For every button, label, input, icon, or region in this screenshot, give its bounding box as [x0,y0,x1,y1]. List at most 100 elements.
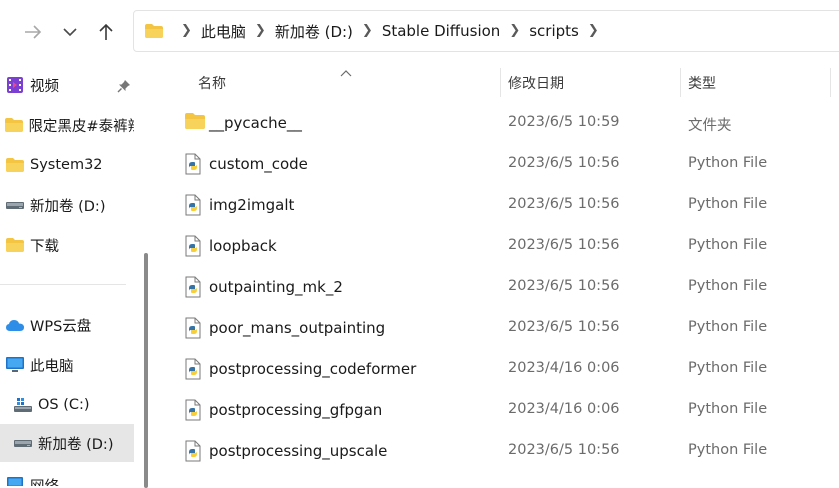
folder-icon [4,117,24,133]
sidebar-item-folder-1[interactable]: 限定黑皮#泰裤辣 [0,106,134,144]
file-modified-date: 2023/6/5 10:56 [508,155,620,171]
folder-icon [184,112,206,134]
column-header-modified[interactable]: 修改日期 [508,73,564,93]
column-divider[interactable] [830,68,831,97]
cloud-icon [4,318,26,332]
file-name[interactable]: postprocessing_gfpgan [209,401,382,419]
chevron-right-icon[interactable]: ❯ [509,23,520,38]
chevron-right-icon[interactable]: ❯ [255,23,266,38]
column-header-row: 名称 修改日期 类型 [160,64,839,98]
file-list: 名称 修改日期 类型 __pycache__ 2023/6/5 10:59 文件夹 c… [160,64,839,486]
file-modified-date: 2023/6/5 10:59 [508,114,620,130]
file-row[interactable]: loopback 2023/6/5 10:56 Python File [160,226,839,267]
navigation-bar: ❯ 此电脑 ❯ 新加卷 (D:) ❯ Stable Diffusion ❯ sc… [0,0,839,64]
column-divider[interactable] [680,68,681,97]
file-row[interactable]: custom_code 2023/6/5 10:56 Python File [160,144,839,185]
sidebar-item-drive-c[interactable]: OS (C:) [0,386,134,424]
sort-ascending-icon [340,64,352,81]
chevron-right-icon[interactable]: ❯ [181,23,192,38]
video-folder-icon [4,76,26,94]
folder-icon [4,237,26,253]
file-row[interactable]: outpainting_mk_2 2023/6/5 10:56 Python Fil… [160,267,839,308]
computer-icon [4,356,26,374]
sidebar-item-label: 限定黑皮#泰裤辣 [28,118,134,135]
python-file-icon [184,276,206,298]
sidebar-item-system32[interactable]: System32 [0,146,134,184]
column-divider[interactable] [500,68,501,97]
sidebar-item-videos[interactable]: 视频 [0,66,134,104]
file-type: 文件夹 [688,118,732,134]
sidebar-item-label: 新加卷 (D:) [38,436,114,453]
breadcrumb-scripts[interactable]: scripts [529,22,579,40]
folder-icon [144,23,164,39]
sidebar-item-label: 下载 [30,238,59,255]
sidebar-item-label: 网络 [30,475,59,487]
recent-locations-button[interactable] [55,17,85,47]
file-modified-date: 2023/6/5 10:56 [508,442,620,458]
sidebar-item-label: WPS云盘 [30,318,92,335]
sidebar-item-this-pc[interactable]: 此电脑 [0,346,134,384]
up-button[interactable] [91,17,121,47]
breadcrumb-drive-d[interactable]: 新加卷 (D:) [275,21,353,42]
drive-icon [4,199,26,211]
divider [0,284,126,285]
nav-scrollbar-thumb[interactable] [144,253,148,488]
drive-icon [12,397,34,413]
forward-button[interactable] [18,17,48,47]
sidebar-item-wps-cloud[interactable]: WPS云盘 [0,306,134,344]
file-modified-date: 2023/4/16 0:06 [508,360,620,376]
file-type: Python File [688,196,768,212]
column-header-name[interactable]: 名称 [198,73,226,93]
file-type: Python File [688,155,768,171]
python-file-icon [184,194,206,216]
file-modified-date: 2023/6/5 10:56 [508,196,620,212]
file-name[interactable]: postprocessing_codeformer [209,360,416,378]
sidebar-item-label: 视频 [30,78,59,95]
arrow-up-icon [99,23,113,40]
python-file-icon [184,153,206,175]
file-row[interactable]: __pycache__ 2023/6/5 10:59 文件夹 [160,103,839,144]
sidebar-item-network[interactable]: 网络 [0,466,134,486]
address-bar[interactable]: ❯ 此电脑 ❯ 新加卷 (D:) ❯ Stable Diffusion ❯ sc… [133,10,839,52]
file-row[interactable]: postprocessing_upscale 2023/6/5 10:56 Pyth… [160,431,839,472]
file-modified-date: 2023/6/5 10:56 [508,237,620,253]
file-row[interactable]: img2imgalt 2023/6/5 10:56 Python File [160,185,839,226]
sidebar-item-label: 新加卷 (D:) [30,198,106,215]
file-row[interactable]: postprocessing_gfpgan 2023/4/16 0:06 Pytho… [160,390,839,431]
file-row[interactable]: postprocessing_codeformer 2023/4/16 0:06 P… [160,349,839,390]
navigation-pane: 视频 限定黑皮#泰裤辣 System32 新加卷 (D:) 下载 WPS云盘 此… [0,64,145,486]
file-name[interactable]: postprocessing_upscale [209,442,387,460]
file-type: Python File [688,442,768,458]
file-name[interactable]: custom_code [209,155,308,173]
file-type: Python File [688,278,768,294]
drive-icon [12,437,34,449]
python-file-icon [184,440,206,462]
sidebar-item-drive-d[interactable]: 新加卷 (D:) [0,186,134,224]
file-name[interactable]: img2imgalt [209,196,294,214]
file-name[interactable]: outpainting_mk_2 [209,278,343,296]
sidebar-item-label: System32 [30,157,103,173]
python-file-icon [184,235,206,257]
folder-icon [4,157,26,173]
file-name[interactable]: poor_mans_outpainting [209,319,385,337]
file-type: Python File [688,401,768,417]
file-type: Python File [688,237,768,253]
chevron-right-icon[interactable]: ❯ [588,23,599,38]
file-modified-date: 2023/6/5 10:56 [508,319,620,335]
file-name[interactable]: loopback [209,237,277,255]
breadcrumb-this-pc[interactable]: 此电脑 [201,21,246,42]
python-file-icon [184,317,206,339]
file-type: Python File [688,360,768,376]
file-modified-date: 2023/4/16 0:06 [508,401,620,417]
file-row[interactable]: poor_mans_outpainting 2023/6/5 10:56 Pytho… [160,308,839,349]
file-name[interactable]: __pycache__ [209,114,302,132]
sidebar-item-label: OS (C:) [38,397,90,413]
sidebar-item-drive-d-selected[interactable]: 新加卷 (D:) [0,424,134,462]
sidebar-item-downloads[interactable]: 下载 [0,226,134,264]
python-file-icon [184,358,206,380]
pin-icon [117,78,131,97]
file-modified-date: 2023/6/5 10:56 [508,278,620,294]
chevron-right-icon[interactable]: ❯ [362,23,373,38]
breadcrumb-stable-diffusion[interactable]: Stable Diffusion [382,22,501,40]
column-header-type[interactable]: 类型 [688,73,716,93]
